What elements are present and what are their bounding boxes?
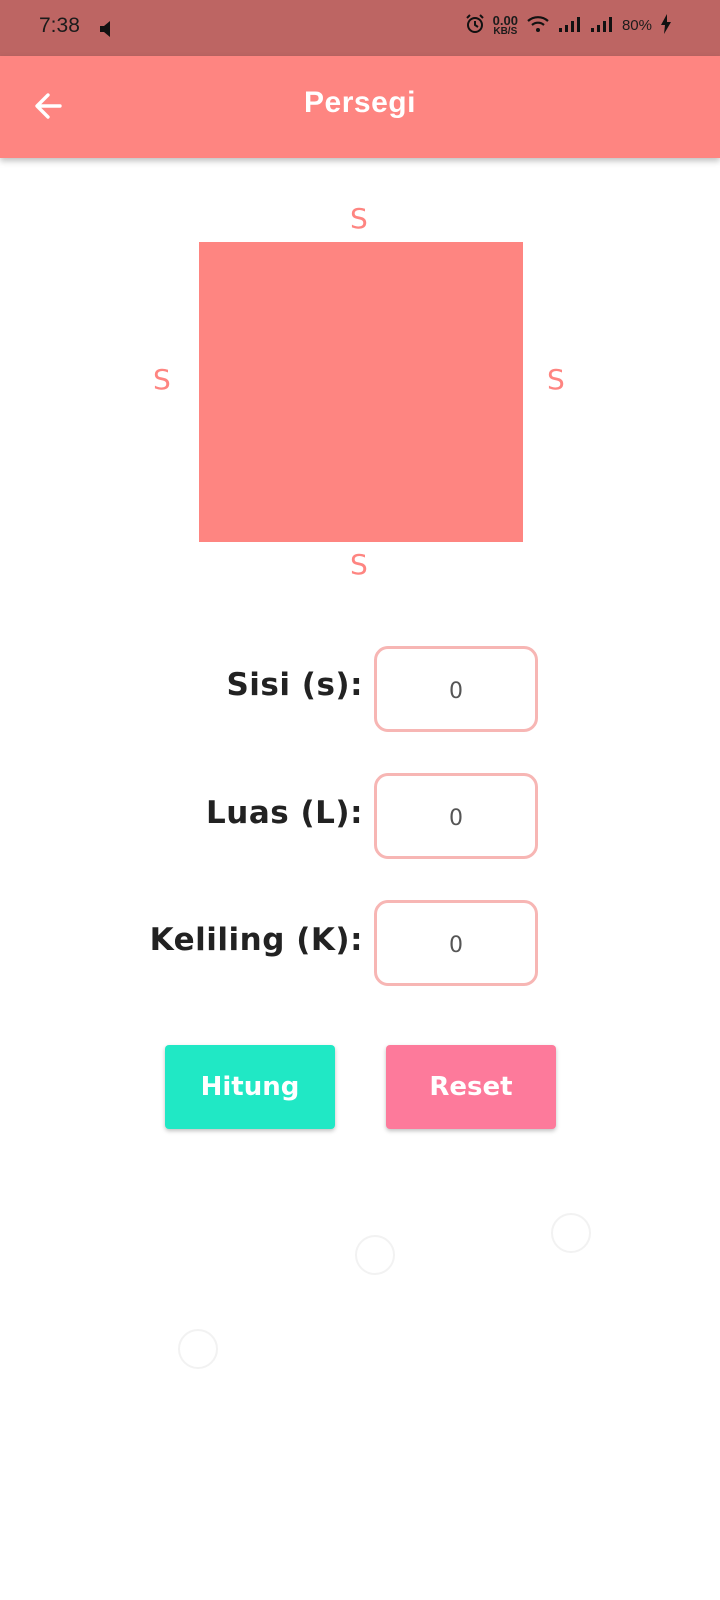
wifi-icon [526,15,550,36]
net-speed-unit: KB/S [493,25,518,37]
alarm-icon [465,14,485,37]
reset-button[interactable]: Reset [386,1045,556,1129]
decorative-circle [355,1235,395,1275]
status-icons: 0.00 KB/S 80% [465,14,672,37]
net-speed: 0.00 KB/S [492,12,518,37]
keliling-field[interactable]: 0 [374,900,538,986]
decorative-circle [551,1213,591,1253]
signal-icon-2 [590,15,614,36]
status-bar: 7:38 0.00 KB/S 80% [0,0,720,56]
side-label-top: S [350,202,368,235]
volume-icon [100,21,114,42]
battery-level: 80% [621,17,652,34]
side-label-left: S [153,363,171,396]
hitung-button[interactable]: Hitung [165,1045,335,1129]
square-shape [199,242,523,542]
decorative-circle [178,1329,218,1369]
keliling-label: Keliling (K): [149,922,363,958]
side-label-bottom: S [350,548,368,581]
charging-icon [660,14,672,37]
net-speed-value: 0.00 [492,12,518,28]
app-bar: Persegi [0,56,720,158]
side-label-right: S [547,363,565,396]
luas-field[interactable]: 0 [374,773,538,859]
luas-label: Luas (L): [206,795,363,831]
sisi-label: Sisi (s): [226,667,363,703]
sisi-input[interactable]: 0 [374,646,538,732]
status-time: 7:38 [39,14,80,37]
signal-icon [558,15,582,36]
page-title: Persegi [304,86,416,119]
